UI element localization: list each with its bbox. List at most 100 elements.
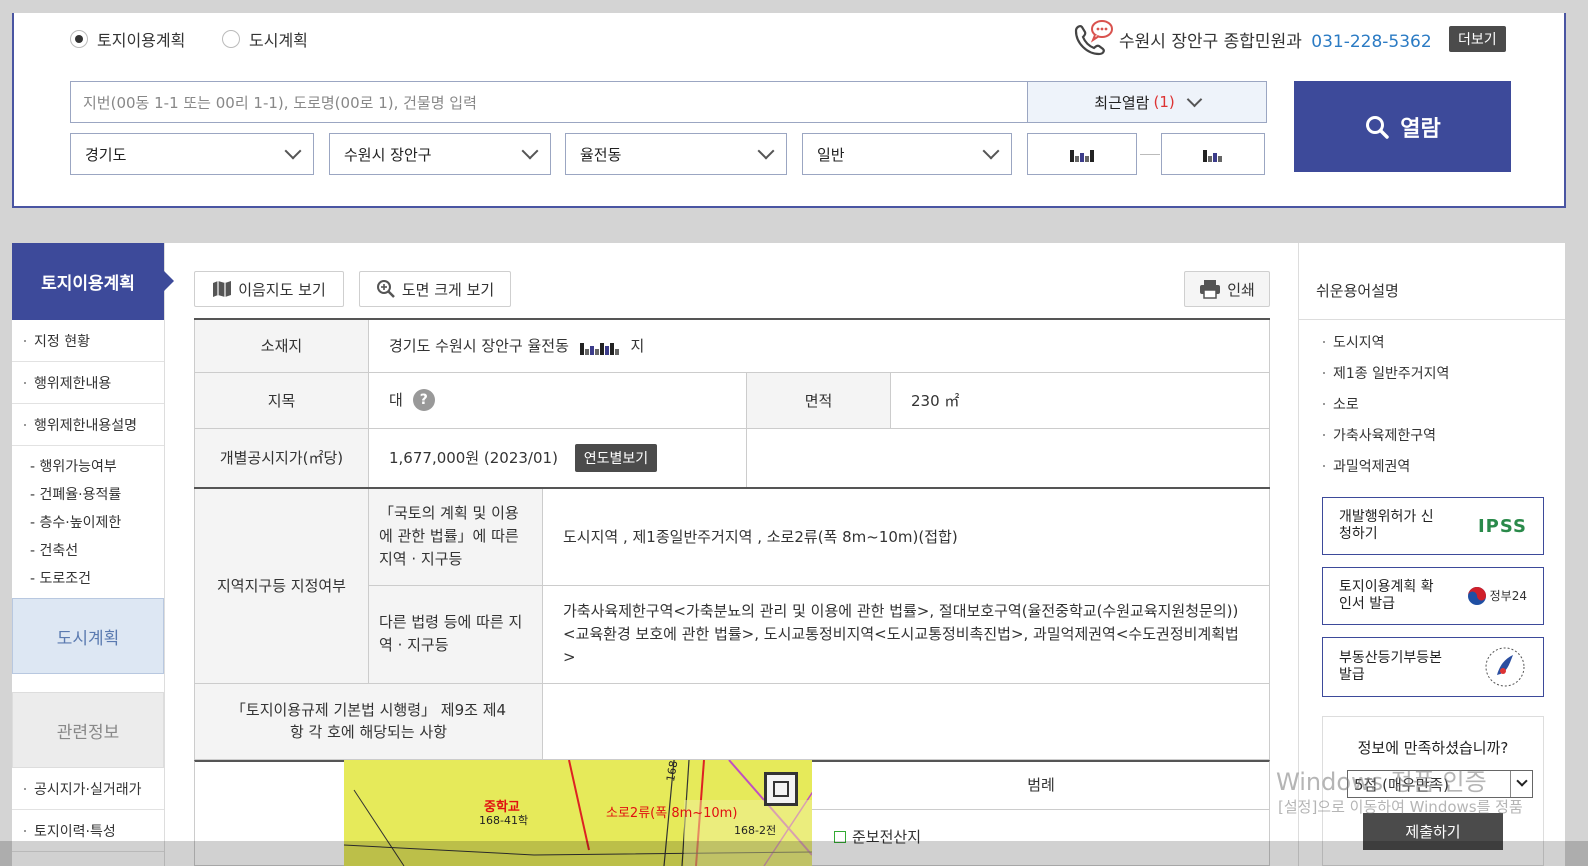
term-urban-area[interactable]: 도시지역 [1299, 326, 1565, 357]
enlarge-map-button[interactable]: 도면 크게 보기 [359, 271, 511, 307]
category-value: 대 [389, 390, 403, 409]
neighbor-map-label: 이음지도 보기 [238, 280, 326, 299]
legend-title: 범례 [812, 760, 1270, 810]
nav-urban-plan[interactable]: 도시계획 [12, 598, 164, 674]
recent-view-count: (1) [1153, 93, 1175, 111]
location-cell: 경기도 수원시 장안구 율전동 지 [368, 318, 1270, 373]
contact-info: 수원시 장안구 종합민원과 031-228-5362 [1119, 27, 1432, 52]
nav-sub-height-limit[interactable]: - 층수·높이제한 [12, 508, 164, 536]
province-select[interactable]: 경기도 [70, 133, 314, 175]
gov24-logo: 정부24 [1467, 586, 1527, 606]
nav-sub-coverage-ratio[interactable]: - 건폐율·용적률 [12, 480, 164, 508]
nav-gap [12, 674, 164, 692]
nav-sub-list: - 행위가능여부 - 건폐율·용적률 - 층수·높이제한 - 건축선 - 도로조… [12, 446, 164, 598]
price-header: 개별공시지가(㎡당) [194, 427, 369, 488]
location-header: 소재지 [194, 318, 369, 373]
table-row: 「토지이용규제 기본법 시행령」 제9조 제4항 각 호에 해당되는 사항 [194, 682, 1270, 760]
left-nav: 토지이용계획 지정 현황 행위제한내용 행위제한내용설명 - 행위가능여부 - … [12, 243, 174, 866]
glossary-title: 쉬운용어설명 [1299, 243, 1565, 320]
province-select-value: 경기도 [85, 145, 127, 164]
taegeuk-icon [1467, 587, 1486, 605]
chevron-down-icon [284, 142, 302, 160]
print-button[interactable]: 인쇄 [1184, 271, 1270, 307]
nav-sub-road-condition[interactable]: - 도로조건 [12, 564, 164, 592]
nav-item-designation-status[interactable]: 지정 현황 [12, 320, 164, 362]
chevron-down-icon [757, 142, 775, 160]
recent-view-dropdown[interactable]: 최근열람 (1) [1027, 81, 1267, 123]
chevron-down-icon [1186, 91, 1202, 107]
term-overcrowding-zone[interactable]: 과밀억제권역 [1299, 450, 1565, 481]
yearly-view-button[interactable]: 연도별보기 [574, 443, 658, 472]
fullscreen-icon[interactable] [764, 772, 798, 806]
nav-sub-allowed-actions[interactable]: - 행위가능여부 [12, 452, 164, 480]
address-search-input[interactable]: 지번(00동 1-1 또는 00리 1-1), 도로명(00로 1), 건물명 … [70, 81, 1028, 123]
nav-sub-building-line[interactable]: - 건축선 [12, 536, 164, 564]
regulation-value [542, 682, 1270, 760]
law2-value: 가축사육제한구역<가축분뇨의 관리 및 이용에 관한 법률>, 절대보호구역(율… [542, 584, 1270, 684]
map-label-road: 소로2류(폭 8m~10m) [606, 806, 738, 821]
land-plan-certificate-label: 토지이용계획 확인서 발급 [1339, 579, 1434, 612]
table-row: 지역지구등 지정여부 「국토의 계획 및 이용에 관한 법률」에 따른 지역 ·… [194, 487, 1270, 684]
category-header: 지목 [194, 371, 369, 429]
category-cell: 대? [368, 371, 747, 429]
term-livestock-restriction[interactable]: 가축사육제한구역 [1299, 419, 1565, 450]
radio-land-use[interactable]: 토지이용계획 [70, 27, 185, 51]
search-icon [1366, 115, 1389, 139]
main-lot-number-input[interactable] [1027, 133, 1137, 175]
price-cell: 1,677,000원 (2023/01) 연도별보기 [368, 427, 747, 488]
map-label-lot-41: 168-41학 [479, 814, 529, 827]
radio-urban-plan-indicator[interactable] [222, 30, 240, 48]
dong-select-value: 율전동 [580, 145, 622, 164]
registry-certificate-button[interactable]: 부동산등기부등본 발급 [1322, 637, 1544, 697]
phone-icon [1070, 17, 1114, 57]
more-button[interactable]: 더보기 [1449, 26, 1506, 52]
view-button-label: 열람 [1400, 116, 1441, 142]
neighbor-map-button[interactable]: 이음지도 보기 [194, 271, 344, 307]
price-empty-cell [746, 427, 1270, 488]
view-button[interactable]: 열람 [1294, 81, 1511, 172]
registry-certificate-label: 부동산등기부등본 발급 [1339, 650, 1443, 683]
location-value: 경기도 수원시 장안구 율전동 [389, 337, 569, 356]
development-permit-button[interactable]: 개발행위허가 신청하기 IPSS [1322, 497, 1544, 555]
land-type-select-value: 일반 [817, 145, 845, 164]
nav-item-restrictions[interactable]: 행위제한내용 [12, 362, 164, 404]
table-row: 소재지 경기도 수원시 장안구 율전동 지 [194, 318, 1270, 373]
chevron-down-icon [1510, 771, 1532, 797]
regulation-header: 「토지이용규제 기본법 시행령」 제9조 제4항 각 호에 해당되는 사항 [194, 682, 543, 760]
court-emblem-icon [1485, 647, 1525, 687]
land-info-table: 소재지 경기도 수원시 장안구 율전동 지 지목 대? 면적 230 ㎡ 개별공… [194, 318, 1270, 488]
term-small-road[interactable]: 소로 [1299, 388, 1565, 419]
print-label: 인쇄 [1227, 280, 1255, 299]
location-suffix: 지 [630, 337, 645, 356]
nav-land-use-plan[interactable]: 토지이용계획 [12, 243, 174, 320]
zoom-in-icon [376, 280, 395, 298]
help-icon[interactable]: ? [412, 389, 435, 412]
term-residential-zone[interactable]: 제1종 일반주거지역 [1299, 357, 1565, 388]
land-type-select[interactable]: 일반 [802, 133, 1012, 175]
masked-lot-number [579, 341, 620, 355]
development-permit-label: 개발행위허가 신청하기 [1339, 509, 1434, 542]
sub-lot-number-input[interactable] [1161, 133, 1265, 175]
windows-watermark-subtitle: [설정]으로 이동하여 Windows를 정품 [1278, 798, 1523, 816]
chevron-down-icon [982, 142, 1000, 160]
city-select-value: 수원시 장안구 [344, 145, 432, 164]
contact-phone[interactable]: 031-228-5362 [1311, 32, 1431, 52]
map-icon [213, 281, 232, 297]
nav-item-land-price[interactable]: 공시지가·실거래가 [12, 768, 164, 810]
nav-related-info[interactable]: 관련정보 [12, 692, 164, 768]
radio-urban-plan[interactable]: 도시계획 [222, 27, 308, 51]
city-select[interactable]: 수원시 장안구 [329, 133, 551, 175]
dong-select[interactable]: 율전동 [565, 133, 787, 175]
land-plan-certificate-button[interactable]: 토지이용계획 확인서 발급 정부24 [1322, 567, 1544, 625]
nav-item-restriction-details[interactable]: 행위제한내용설명 [12, 404, 164, 446]
price-value: 1,677,000원 (2023/01) [389, 448, 558, 467]
zone-table: 지역지구등 지정여부 「국토의 계획 및 이용에 관한 법률」에 따른 지역 ·… [194, 487, 1270, 760]
radio-land-use-indicator[interactable] [70, 30, 88, 48]
chevron-down-icon [521, 142, 539, 160]
masked-lot-number [1069, 148, 1095, 162]
map-label-lot-2: 168-2전 [734, 824, 777, 837]
area-header: 면적 [746, 371, 891, 429]
zone-header: 지역지구등 지정여부 [194, 487, 369, 684]
ipss-logo-icon: IPSS [1477, 515, 1527, 537]
printer-icon [1200, 280, 1221, 299]
